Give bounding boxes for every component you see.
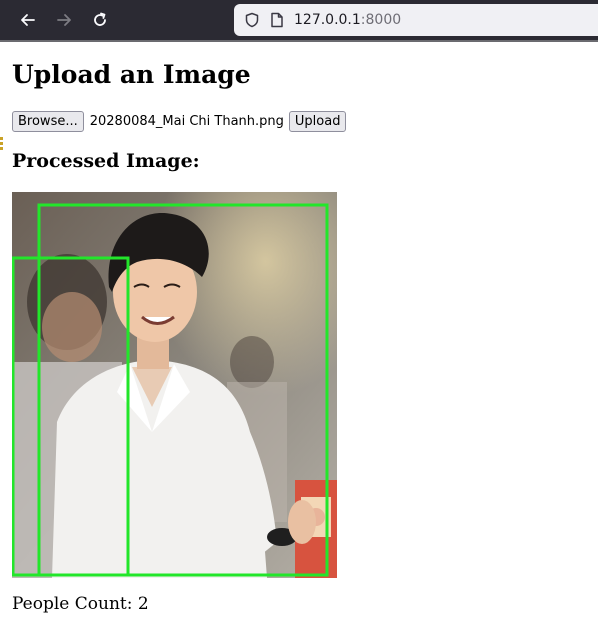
reload-button[interactable] [82,2,118,38]
shield-icon[interactable] [244,12,260,28]
page-icon[interactable] [270,12,284,28]
browser-toolbar: 127.0.0.1:8000 [0,0,598,40]
upload-form: Browse... 20280084_Mai Chi Thanh.png Upl… [12,110,347,132]
address-bar[interactable]: 127.0.0.1:8000 [234,4,598,36]
url-host: 127.0.0.1 [294,12,361,28]
forward-button[interactable] [46,2,82,38]
people-count: People Count: 2 [12,594,149,614]
upload-button[interactable]: Upload [288,110,347,132]
page-title: Upload an Image [12,60,251,89]
selected-filename: 20280084_Mai Chi Thanh.png [89,113,284,129]
arrow-left-icon [21,14,35,26]
arrow-right-icon [57,14,71,26]
back-button[interactable] [10,2,46,38]
edge-marker [0,137,3,150]
reload-icon [94,12,106,26]
photo-illustration [12,192,337,578]
processed-heading: Processed Image: [12,150,200,172]
url-text[interactable]: 127.0.0.1:8000 [294,12,401,28]
browse-button[interactable]: Browse... [12,110,84,132]
processed-image [12,192,337,578]
toolbar-divider [0,40,598,42]
url-port: :8000 [360,12,402,28]
